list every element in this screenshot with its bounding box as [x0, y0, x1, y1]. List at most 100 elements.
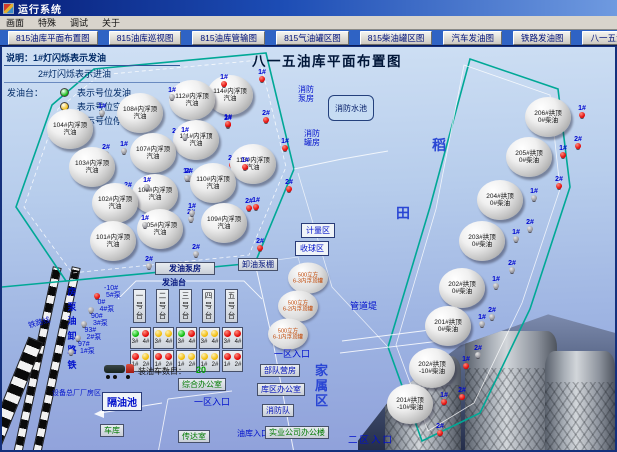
dispensing-pump-house-label: 发油泵房	[155, 262, 215, 275]
toolbar-button[interactable]: 815柴油罐区图	[360, 31, 433, 45]
storage-tank[interactable]: 111#内浮顶 汽油 1# 2#	[173, 120, 219, 160]
storage-tank[interactable]: 101#内浮顶 汽油 1# 2#	[90, 221, 136, 261]
tank-lamp-1-label: 1#	[183, 168, 191, 175]
platform-lamp-label: 3#	[131, 339, 139, 348]
tank-lamp-1-label: 1#	[440, 392, 448, 399]
family-area-label: 家属区	[314, 363, 329, 408]
tank-product: 汽油	[149, 194, 162, 201]
platform-lamp-indicator	[188, 353, 195, 360]
platform-lamp-indicator	[178, 330, 185, 337]
tank-lamp-2: 2#	[190, 244, 202, 257]
tank-body: 203#拱顶 0#柴油	[459, 221, 505, 261]
platform-lamp-indicator	[165, 330, 172, 337]
tank-body: 205#拱顶 0#柴油	[506, 137, 552, 177]
tank-lamp-2-indicator	[556, 183, 562, 189]
tank-lamp-1-indicator	[259, 76, 265, 82]
storage-tank[interactable]: 108#内浮顶 汽油 1# 2#	[117, 93, 163, 133]
toolbar-button[interactable]: 815气油罐区图	[276, 31, 349, 45]
menu-item[interactable]: 调试	[70, 16, 88, 29]
oil-separator-label: 隔油池	[102, 392, 142, 411]
tank-lamp-1: 1#	[166, 87, 178, 100]
storage-tank[interactable]: 113#内浮顶 汽油 1# 2#	[230, 144, 276, 184]
tank-name: 102#内浮顶	[98, 196, 132, 203]
tank-lamp-2-indicator	[509, 267, 515, 273]
menu-item[interactable]: 特殊	[38, 16, 56, 29]
platform-lamp-label: 4#	[142, 339, 150, 348]
tank-lamp-1-label: 1#	[530, 188, 538, 195]
toolbar-button[interactable]: 八一五油库罐区图	[582, 31, 617, 45]
tank-lamp-1: 1#	[279, 138, 291, 151]
platform-upper-lamp-box: 3#4#	[199, 327, 220, 349]
rail-pump-name-label: 3#泵	[93, 320, 108, 327]
tank-lamp-1-indicator	[253, 204, 259, 210]
tank-lamp-1-indicator	[493, 283, 499, 289]
rail-pump-name-label: 2#泵	[87, 334, 102, 341]
pipeline-dike-label: 管道堤	[350, 299, 377, 312]
menu-item[interactable]: 画面	[6, 16, 24, 29]
tank-lamp-1: 1#	[476, 314, 488, 327]
storage-tank[interactable]: 104#内浮顶 汽油 1# 2#	[47, 109, 93, 149]
tank-lamp-2: 2#	[143, 256, 155, 269]
tank-lamp-2: 2#	[524, 219, 536, 232]
rail-pump-grade-label: 97#	[78, 341, 90, 348]
tank-lamp-1-indicator	[441, 399, 447, 405]
tank-lamp-2-label: 2#	[574, 136, 582, 143]
menu-item[interactable]: 关于	[102, 16, 120, 29]
storage-tank[interactable]: 109#内浮顶 汽油 1# 2#	[201, 203, 247, 243]
rail-pump-grade-label: 93#	[85, 327, 97, 334]
toolbar-button[interactable]: 815油库巡视图	[109, 31, 182, 45]
toolbar-button[interactable]: 铁路发油图	[513, 31, 572, 45]
tank-lamp-1-indicator	[479, 321, 485, 327]
tank-lamp-2-indicator	[146, 263, 152, 269]
tank-name: 204#拱顶	[486, 193, 513, 200]
storage-tank[interactable]: 110#内浮顶 汽油 1# 2#	[190, 163, 236, 203]
storage-tank[interactable]: 202#拱顶 0#柴油 1# 2#	[439, 268, 485, 308]
tank-lamp-1: 1#	[528, 188, 540, 201]
tank-body: 101#内浮顶 汽油	[90, 221, 136, 261]
toolbar-button[interactable]: 815油库平面布置图	[8, 31, 98, 45]
small-tank[interactable]: 500立方6-2内浮顶罐	[278, 291, 318, 322]
tank-lamp-1-indicator	[242, 164, 248, 170]
tank-product: 汽油	[224, 95, 237, 102]
storage-tank[interactable]: 201#拱顶 0#柴油 1# 2#	[425, 306, 471, 346]
storage-tank[interactable]: 206#拱顶 0#柴油 1# 2#	[525, 97, 571, 137]
platform-lamp-indicator	[155, 353, 162, 360]
tank-name: 107#内浮顶	[136, 146, 170, 153]
platform-lamp-label: 4#	[188, 339, 196, 348]
tank-name: 110#内浮顶	[196, 176, 229, 183]
storage-tank[interactable]: 203#拱顶 0#柴油 1# 2#	[459, 221, 505, 261]
platform-lamp-label: 3#	[154, 339, 162, 348]
tank-lamp-2-indicator	[489, 314, 495, 320]
platform-lamp-label: 3#	[177, 339, 185, 348]
legend-station-label: 发油台：	[4, 86, 60, 99]
garage-label: 车库	[100, 424, 124, 437]
storage-tank[interactable]: 205#拱顶 0#柴油 1# 2#	[506, 137, 552, 177]
storage-tank[interactable]: 201#拱顶 -10#柴油 1# 2#	[387, 384, 433, 424]
tank-body: 102#内浮顶 汽油	[92, 183, 138, 223]
storage-tank[interactable]: 202#拱顶 -10#柴油 1# 2#	[409, 348, 455, 388]
storage-tank[interactable]: 107#内浮顶 汽油 1# 2#	[130, 133, 176, 173]
small-tank[interactable]: 500立方6-3内浮顶罐	[288, 263, 328, 294]
tank-product: 汽油	[107, 241, 120, 248]
storage-tank[interactable]: 102#内浮顶 汽油 1# 2#	[92, 183, 138, 223]
tank-lamp-1: 1#	[256, 69, 268, 82]
tank-lamp-1: 1#	[181, 168, 193, 181]
fire-tank-house-label: 消防罐房	[302, 129, 322, 147]
storage-tank[interactable]: 106#内浮顶 汽油 1# 2#	[132, 174, 178, 214]
tank-product: 0#柴油	[438, 326, 458, 333]
tank-product: 汽油	[109, 203, 122, 210]
tank-body: 201#拱顶 -10#柴油	[387, 384, 433, 424]
zone2-entrance-label: 二区入口	[348, 432, 394, 446]
storage-tank[interactable]: 103#内浮顶 汽油 1# 2#	[69, 147, 115, 187]
storage-tank[interactable]: 112#内浮顶 汽油 1# 2#	[169, 80, 215, 120]
scada-window: 运行系统 画面特殊调试关于 815油库平面布置图815油库巡视图815油库管输图…	[0, 0, 617, 452]
tank-lamp-2-indicator	[188, 216, 194, 222]
toolbar-button[interactable]: 815油库管输图	[192, 31, 265, 45]
tank-lamp-1-indicator	[182, 134, 188, 140]
small-tank[interactable]: 500立方6-1内浮顶罐	[268, 319, 308, 350]
tank-lamp-2-indicator	[263, 117, 269, 123]
army-barracks-label: 部队营房	[260, 364, 300, 377]
tank-lamp-2-label: 2#	[285, 179, 293, 186]
storage-tank[interactable]: 204#拱顶 0#柴油 1# 2#	[477, 180, 523, 220]
toolbar-button[interactable]: 汽车发油图	[443, 31, 502, 45]
